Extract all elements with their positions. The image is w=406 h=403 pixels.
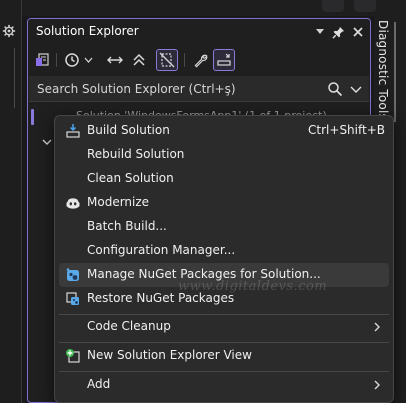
menu-item-shortcut: Ctrl+Shift+B [308, 123, 385, 137]
new-view-icon [64, 347, 82, 365]
chevron-right-icon [374, 322, 380, 332]
top-button[interactable] [322, 0, 344, 12]
switch-views-icon [36, 53, 49, 66]
selection-indicator [31, 109, 34, 125]
menu-item-label: Configuration Manager... [87, 243, 236, 257]
menu-item-configuration-manager[interactable]: Configuration Manager... [59, 239, 389, 263]
menu-item-clean-solution[interactable]: Clean Solution [59, 167, 389, 191]
gear-icon[interactable] [2, 24, 16, 38]
menu-item-modernize[interactable]: Modernize [59, 191, 389, 215]
top-button[interactable] [354, 0, 376, 12]
show-all-files-icon [159, 52, 175, 68]
watermark: www.digitaldevs.com [178, 279, 328, 294]
chevron-right-icon [374, 380, 380, 390]
menu-item-add[interactable]: Add [59, 373, 389, 397]
menu-item-label: Clean Solution [87, 171, 174, 185]
panel-title: Solution Explorer [36, 24, 139, 38]
close-button[interactable] [350, 24, 366, 40]
menu-item-label: Add [87, 377, 111, 391]
build-icon [64, 122, 82, 140]
left-editor-strip [0, 0, 22, 403]
divider [14, 48, 15, 108]
top-strip [22, 0, 406, 16]
switch-views-button[interactable] [31, 49, 53, 71]
menu-item-label: Modernize [87, 195, 150, 209]
search-placeholder: Search Solution Explorer (Ctrl+ş) [37, 82, 236, 96]
search-box[interactable]: Search Solution Explorer (Ctrl+ş) [29, 76, 369, 102]
menu-separator [59, 342, 389, 343]
menu-item-code-cleanup[interactable]: Code Cleanup [59, 315, 389, 339]
copilot-icon [64, 194, 82, 212]
search-icon[interactable] [327, 81, 343, 97]
menu-item-rebuild-solution[interactable]: Rebuild Solution [59, 143, 389, 167]
menu-item-label: Code Cleanup [87, 319, 171, 333]
panel-options-button[interactable] [314, 25, 326, 39]
chevron-down-icon[interactable] [42, 137, 52, 147]
menu-item-label: New Solution Explorer View [87, 348, 252, 362]
close-icon [353, 27, 363, 37]
history-dropdown[interactable] [81, 49, 95, 71]
panel-title-bar: Solution Explorer [28, 19, 370, 45]
show-all-files-button[interactable] [156, 49, 178, 71]
menu-item-build-solution[interactable]: Build Solution Ctrl+Shift+B [59, 119, 389, 143]
collapse-all-button[interactable] [128, 49, 150, 71]
nuget-icon [64, 266, 82, 284]
menu-item-new-solution-explorer-view[interactable]: New Solution Explorer View [59, 344, 389, 368]
menu-separator [59, 371, 389, 372]
properties-button[interactable] [189, 49, 211, 71]
history-button[interactable] [61, 49, 83, 71]
chevron-down-icon[interactable] [349, 81, 363, 97]
chevron-down-icon [84, 57, 92, 63]
history-icon [65, 53, 79, 67]
collapse-all-icon [133, 53, 145, 66]
menu-item-batch-build[interactable]: Batch Build... [59, 215, 389, 239]
pin-icon [331, 26, 344, 39]
sync-with-document-button[interactable] [104, 49, 126, 71]
restore-icon [64, 290, 82, 308]
menu-item-label: Batch Build... [87, 219, 167, 233]
toolbar-separator [184, 53, 185, 67]
panel-toolbar [28, 45, 370, 75]
diagnostic-tools-tab[interactable]: Diagnostic Tools [376, 20, 390, 120]
double-arrow-icon [107, 56, 123, 64]
context-menu: Build Solution Ctrl+Shift+B Rebuild Solu… [54, 115, 394, 403]
menu-item-label: Build Solution [87, 123, 170, 137]
tab-indicator [394, 22, 396, 122]
menu-item-label: Rebuild Solution [87, 147, 185, 161]
preview-icon [217, 53, 231, 66]
pin-button[interactable] [330, 24, 346, 40]
toolbar-separator [56, 53, 57, 67]
wrench-icon [194, 54, 208, 67]
preview-selected-items-button[interactable] [213, 49, 235, 71]
chevron-down-icon [316, 29, 324, 34]
